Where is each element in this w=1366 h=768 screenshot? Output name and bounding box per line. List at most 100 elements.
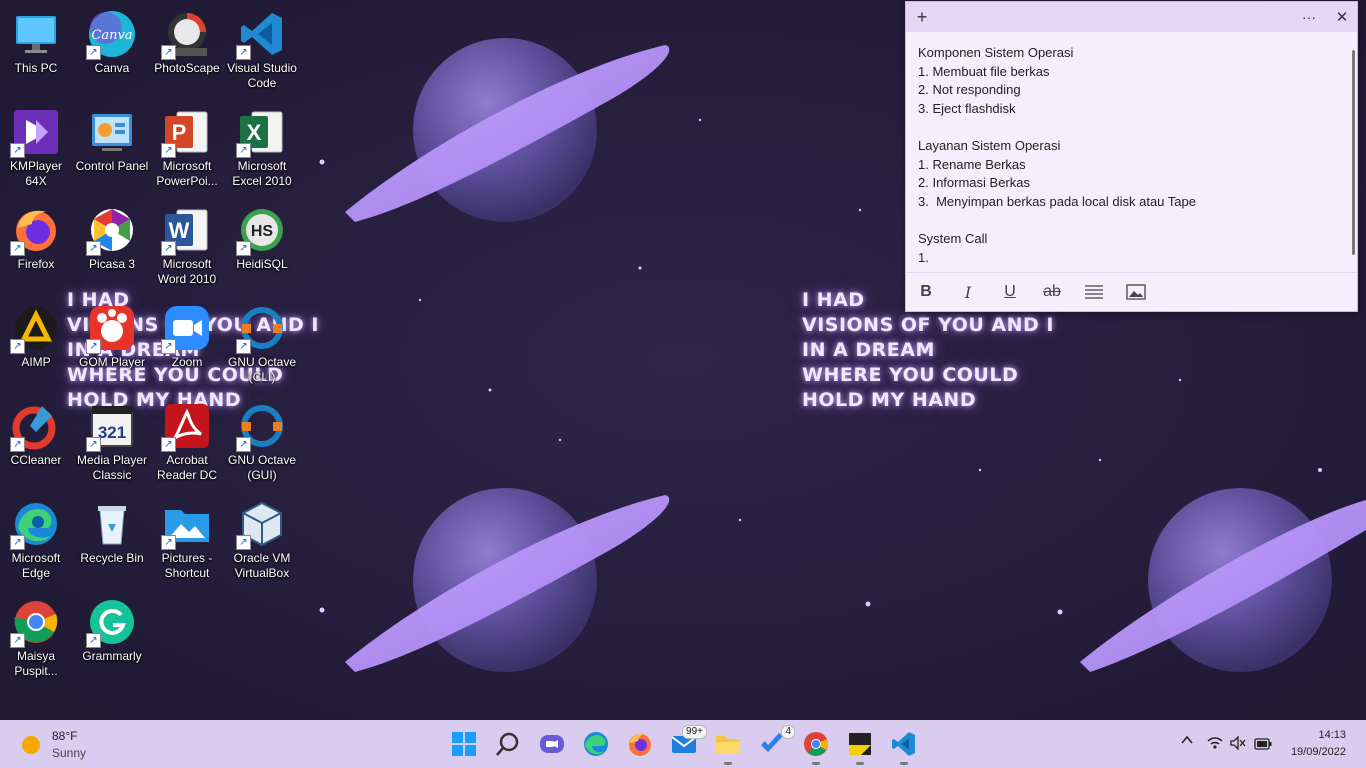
word-icon: W ↗ <box>161 206 211 256</box>
new-note-button[interactable]: + <box>909 5 935 29</box>
chrome-icon <box>804 732 828 756</box>
shortcut-arrow-icon: ↗ <box>86 241 101 256</box>
heidisql-icon: HS ↗ <box>236 206 286 256</box>
search-button[interactable] <box>493 729 523 759</box>
windows-start-icon <box>452 732 476 756</box>
desktop-icon-powerpoint[interactable]: P ↗ Microsoft PowerPoi... <box>149 104 225 200</box>
desktop-icon-heidisql[interactable]: HS ↗ HeidiSQL <box>224 202 300 298</box>
clock-time[interactable]: 14:13 <box>1300 729 1346 741</box>
shortcut-arrow-icon: ↗ <box>236 143 251 158</box>
chat-button[interactable] <box>537 729 567 759</box>
bold-button[interactable]: B <box>914 281 938 303</box>
battery-status[interactable] <box>1254 737 1272 753</box>
running-indicator <box>812 762 820 765</box>
desktop-icon-octave-gui[interactable]: ↗ GNU Octave (GUI) <box>224 398 300 494</box>
note-line: 1. Rename Berkas <box>918 156 1026 172</box>
insert-image-button[interactable] <box>1124 281 1148 303</box>
desktop-icon-media-player-classic[interactable]: 321 ↗ Media Player Classic <box>74 398 150 494</box>
desktop-icon-label: Zoom <box>171 355 203 369</box>
start-button[interactable] <box>449 729 479 759</box>
desktop-icon-label: Picasa 3 <box>88 257 136 271</box>
desktop-icon-grammarly[interactable]: ↗ Grammarly <box>74 594 150 690</box>
menu-button[interactable]: ··· <box>1296 5 1322 29</box>
shortcut-arrow-icon: ↗ <box>236 241 251 256</box>
desktop-icon-aimp[interactable]: ↗ AIMP <box>0 300 74 396</box>
taskbar-edge[interactable] <box>581 729 611 759</box>
desktop-icon-zoom[interactable]: ↗ Zoom <box>149 300 225 396</box>
close-button[interactable]: ✕ <box>1329 5 1355 29</box>
note-scrollbar[interactable] <box>1352 50 1355 255</box>
desktop-icon-acrobat[interactable]: ↗ Acrobat Reader DC <box>149 398 225 494</box>
weather-temp[interactable]: 88°F <box>52 729 77 743</box>
desktop-icon-gom-player[interactable]: ↗ GOM Player <box>74 300 150 396</box>
vscode-icon: ↗ <box>236 10 286 60</box>
note-line: 3. Menyimpan berkas pada local disk atau… <box>918 193 1196 209</box>
desktop-icon-chrome-profile[interactable]: ↗ Maisya Puspit... <box>0 594 74 690</box>
desktop-icon-excel[interactable]: X ↗ Microsoft Excel 2010 <box>224 104 300 200</box>
running-indicator <box>856 762 864 765</box>
shortcut-arrow-icon: ↗ <box>161 143 176 158</box>
desktop-icon-kmplayer[interactable]: ↗ KMPlayer 64X <box>0 104 74 200</box>
taskbar-vscode[interactable] <box>889 729 919 765</box>
taskbar-file-explorer[interactable] <box>713 729 743 765</box>
desktop-icon-label: Canva <box>94 61 130 75</box>
desktop-icon-this-pc[interactable]: This PC <box>0 6 74 102</box>
weather-condition[interactable]: Sunny <box>52 746 86 760</box>
kmplayer-icon: ↗ <box>10 108 60 158</box>
acrobat-icon: ↗ <box>161 402 211 452</box>
taskbar-firefox[interactable] <box>625 729 655 759</box>
zoom-icon: ↗ <box>161 304 211 354</box>
desktop-icon-label: Media Player Classic <box>76 453 148 482</box>
desktop-icon-pictures[interactable]: ↗ Pictures - Shortcut <box>149 496 225 592</box>
sticky-note-window[interactable]: + ··· ✕ Komponen Sistem Operasi 1. Membu… <box>905 1 1358 312</box>
firefox-icon: ↗ <box>10 206 60 256</box>
running-indicator <box>900 762 908 765</box>
underline-button[interactable]: U <box>998 281 1022 303</box>
taskbar-chrome[interactable] <box>801 729 831 765</box>
shortcut-arrow-icon: ↗ <box>86 437 101 452</box>
shortcut-arrow-icon: ↗ <box>236 45 251 60</box>
note-line: Layanan Sistem Operasi <box>918 137 1061 153</box>
sticky-note-titlebar[interactable]: + ··· ✕ <box>906 2 1357 32</box>
computer-icon <box>12 10 60 58</box>
media-player-classic-icon: 321 ↗ <box>86 402 136 452</box>
desktop-icon-word[interactable]: W ↗ Microsoft Word 2010 <box>149 202 225 298</box>
desktop-icon-label: Microsoft Excel 2010 <box>232 159 292 188</box>
taskbar-sticky-notes[interactable] <box>845 729 875 765</box>
search-icon <box>496 732 519 756</box>
wifi-icon <box>1207 737 1223 749</box>
desktop-icon-label: HeidiSQL <box>236 257 288 271</box>
chrome-icon: ↗ <box>10 598 60 648</box>
volume-status[interactable] <box>1230 735 1246 753</box>
note-line: System Call <box>918 230 988 246</box>
sticky-notes-icon <box>849 733 871 755</box>
wifi-status[interactable] <box>1207 736 1223 753</box>
desktop-icon-octave-cli[interactable]: ↗ GNU Octave (CLI) <box>224 300 300 396</box>
desktop-icon-picasa[interactable]: ↗ Picasa 3 <box>74 202 150 298</box>
shortcut-arrow-icon: ↗ <box>236 437 251 452</box>
desktop-icon-firefox[interactable]: ↗ Firefox <box>0 202 74 298</box>
note-line <box>918 118 1346 137</box>
shortcut-arrow-icon: ↗ <box>10 339 25 354</box>
desktop-icon-photoscape[interactable]: ↗ PhotoScape <box>149 6 225 102</box>
desktop-icon-label: Microsoft PowerPoi... <box>156 159 218 188</box>
show-hidden-icons-button[interactable] <box>1180 733 1194 750</box>
taskbar-mail[interactable]: 99+ <box>669 725 707 759</box>
clock-date[interactable]: 19/09/2022 <box>1276 746 1346 758</box>
desktop-icon-vscode[interactable]: ↗ Visual Studio Code <box>224 6 300 102</box>
italic-button[interactable]: I <box>956 281 980 303</box>
shortcut-arrow-icon: ↗ <box>10 143 25 158</box>
desktop-icon-control-panel[interactable]: Control Panel <box>74 104 150 200</box>
strikethrough-button[interactable]: ab <box>1040 281 1064 303</box>
desktop-icon-canva[interactable]: Canva ↗ Canva <box>74 6 150 102</box>
taskbar-todo[interactable]: 4 <box>757 725 795 759</box>
desktop-icon-label: Firefox <box>17 257 55 271</box>
bullet-list-button[interactable] <box>1082 281 1106 303</box>
desktop-icon-ccleaner[interactable]: ↗ CCleaner <box>0 398 74 494</box>
note-text-area[interactable]: Komponen Sistem Operasi 1. Membuat file … <box>918 44 1346 270</box>
desktop-icon-edge[interactable]: ↗ Microsoft Edge <box>0 496 74 592</box>
desktop-icon-recycle-bin[interactable]: Recycle Bin <box>74 496 150 592</box>
vscode-icon <box>892 732 915 756</box>
desktop-icon-virtualbox[interactable]: ↗ Oracle VM VirtualBox <box>224 496 300 592</box>
shortcut-arrow-icon: ↗ <box>161 535 176 550</box>
